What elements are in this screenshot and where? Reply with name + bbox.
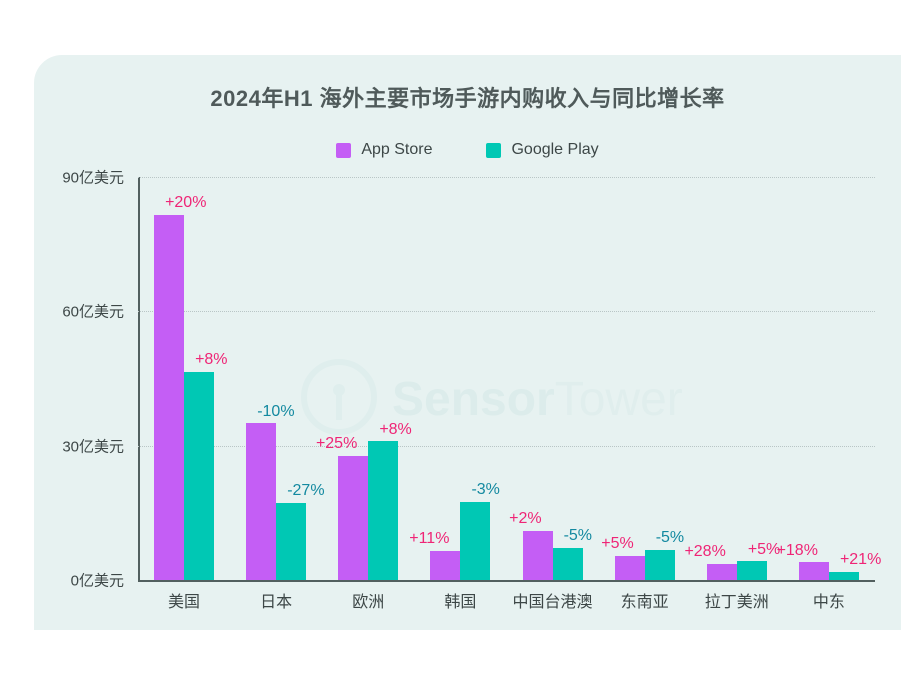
bar-rect: [552, 547, 583, 580]
bar-rect: [798, 562, 829, 580]
bar-rect: [430, 550, 461, 580]
growth-label: +5%: [601, 535, 634, 553]
legend-swatch-google-play: [486, 142, 502, 158]
x-axis-label: 东南亚: [620, 594, 669, 611]
bar-app-store[interactable]: +28%: [684, 177, 737, 580]
bar-group: +11% -3%: [409, 177, 506, 580]
growth-label: -5%: [655, 529, 685, 547]
growth-label: -3%: [471, 481, 500, 499]
bar-google-play[interactable]: +8%: [368, 177, 412, 580]
chart-plot-area: 0亿美元 30亿美元 60亿美元 90亿美元 +20% +8% -10% -27% +25% +…: [62, 170, 881, 590]
bar-google-play[interactable]: -3%: [460, 177, 500, 580]
growth-label: +25%: [315, 434, 358, 452]
x-axis-label: 欧洲: [352, 594, 385, 611]
bar-app-store[interactable]: +18%: [777, 177, 829, 580]
x-axis-label: 韩国: [444, 594, 477, 611]
chart-title: 2024年H1 海外主要市场手游内购收入与同比增长率: [210, 86, 725, 111]
bar-google-play[interactable]: -5%: [552, 177, 592, 580]
legend-item-google-play[interactable]: Google Play: [486, 141, 599, 159]
growth-label: +18%: [776, 541, 818, 559]
bar-rect: [246, 423, 277, 580]
growth-label: +28%: [684, 543, 726, 561]
bar-rect: [706, 563, 737, 580]
bar-rect: [828, 571, 859, 580]
bar-app-store[interactable]: +11%: [409, 177, 461, 580]
bar-rect: [368, 441, 399, 580]
bar-rect: [736, 561, 767, 580]
growth-label: +2%: [509, 510, 542, 528]
chart-legend: App Store Google Play: [34, 141, 901, 159]
bar-rect: [460, 501, 491, 580]
bar-app-store[interactable]: +2%: [509, 177, 553, 580]
growth-label: +5%: [747, 540, 781, 558]
bar-rect: [522, 530, 553, 580]
bar-google-play[interactable]: +8%: [184, 177, 228, 580]
bar-google-play[interactable]: -5%: [644, 177, 684, 580]
growth-label: -5%: [563, 527, 593, 545]
growth-label: +8%: [195, 351, 228, 369]
bar-google-play[interactable]: -27%: [276, 177, 325, 580]
bar-group: +18% +21%: [777, 177, 881, 580]
growth-label: -27%: [287, 482, 325, 500]
x-axis-label: 美国: [168, 594, 201, 611]
bar-rect: [154, 215, 185, 580]
bar-group: +25% +8%: [316, 177, 414, 580]
bar-group: +5% -5%: [599, 177, 691, 580]
bar-groups: +20% +8% -10% -27% +25% +8% +11% -3% +2% -5% +5% -5…: [138, 177, 881, 580]
y-axis-tick-label: 30亿美元: [62, 438, 124, 456]
bar-rect: [184, 371, 215, 580]
bar-app-store[interactable]: +25%: [316, 177, 369, 580]
bar-rect: [614, 555, 645, 580]
y-axis-tick-label: 90亿美元: [62, 169, 124, 187]
y-axis-tick-label: 60亿美元: [62, 303, 124, 321]
bar-rect: [276, 502, 307, 580]
chart-card: SensorTower 2024年H1 海外主要市场手游内购收入与同比增长率 A…: [34, 55, 901, 630]
growth-label: +21%: [839, 551, 882, 569]
growth-label: +11%: [409, 530, 450, 548]
bar-group: +20% +8%: [138, 177, 230, 580]
legend-label-google-play: Google Play: [511, 141, 599, 158]
growth-label: +8%: [379, 420, 412, 438]
x-axis-labels: 美国 日本 欧洲 韩国 中国台港澳 东南亚 拉丁美洲 中东: [138, 588, 875, 612]
bar-rect: [644, 550, 675, 580]
bar-app-store[interactable]: +20%: [154, 177, 206, 580]
x-axis-label: 中东: [812, 594, 845, 611]
bar-google-play[interactable]: +21%: [828, 177, 881, 580]
bar-group: +2% -5%: [507, 177, 599, 580]
x-axis-line: [138, 580, 875, 582]
x-axis-label: 日本: [260, 594, 293, 611]
bar-group: -10% -27%: [230, 177, 325, 580]
y-axis-tick-label: 0亿美元: [70, 572, 124, 590]
x-axis-label: 中国台港澳: [512, 594, 593, 611]
bar-app-store[interactable]: +5%: [601, 177, 645, 580]
x-axis-label: 拉丁美洲: [704, 594, 769, 611]
legend-item-app-store[interactable]: App Store: [336, 141, 432, 159]
bar-google-play[interactable]: +5%: [736, 177, 780, 580]
legend-swatch-app-store: [336, 142, 352, 158]
bar-rect: [338, 455, 369, 580]
bar-group: +28% +5%: [684, 177, 783, 580]
legend-label-app-store: App Store: [361, 141, 433, 158]
bar-app-store[interactable]: -10%: [246, 177, 295, 580]
